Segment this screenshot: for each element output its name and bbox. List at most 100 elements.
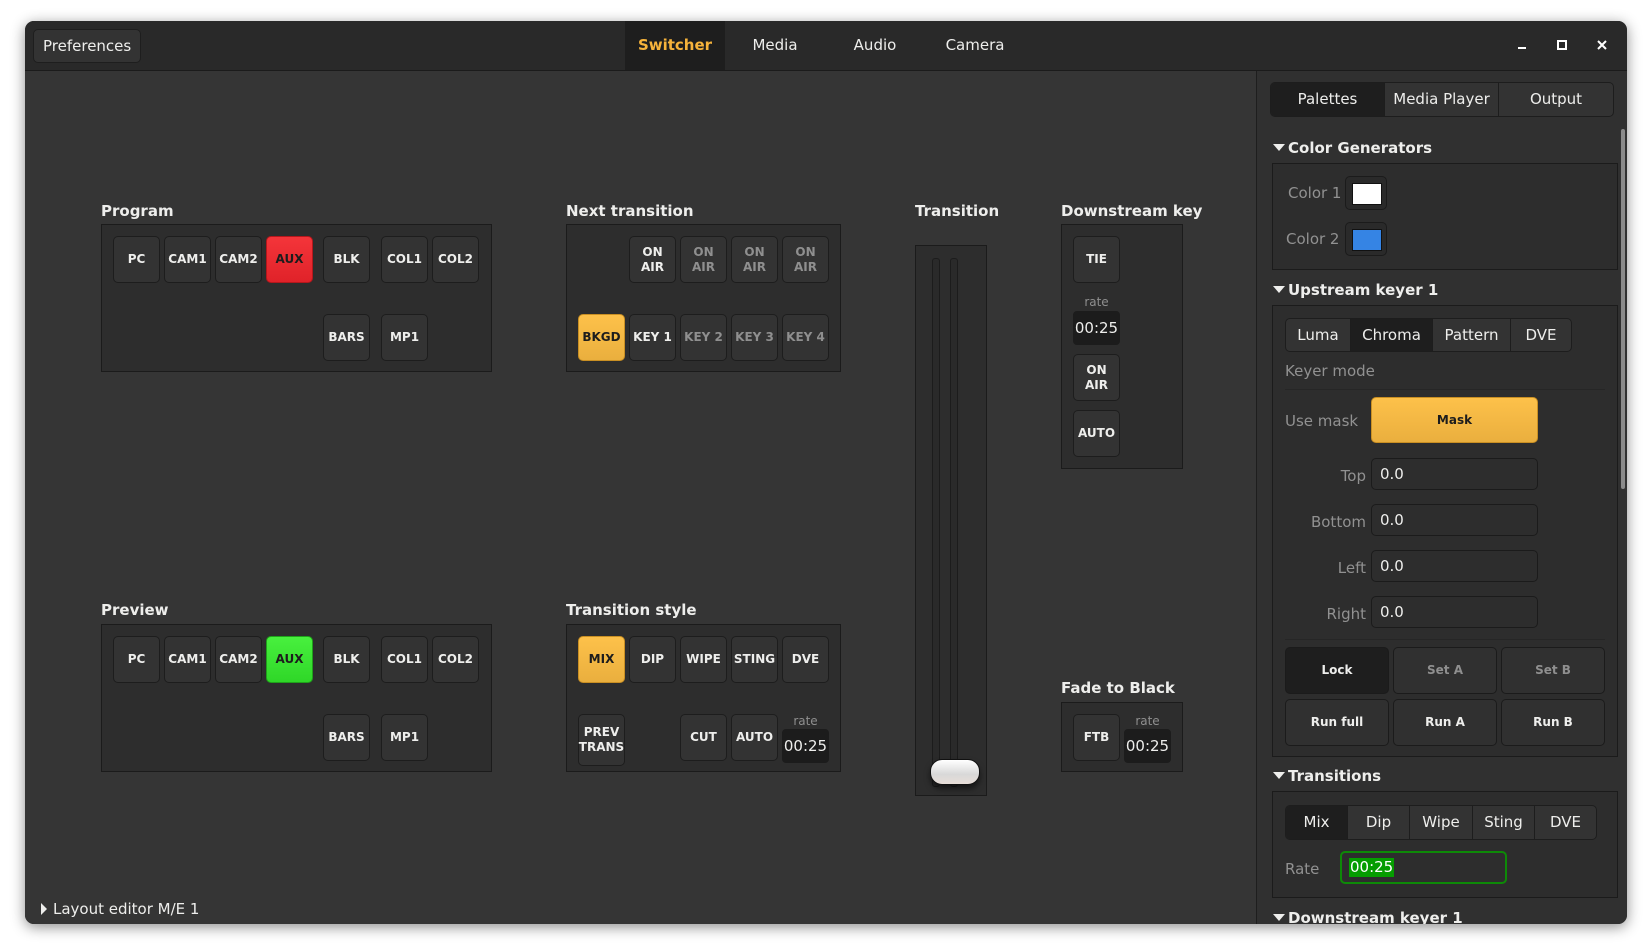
key2-button[interactable]: KEY 2 (680, 314, 727, 361)
style-mix-button[interactable]: MIX (578, 636, 625, 683)
ftb-rate-value[interactable]: 00:25 (1124, 729, 1171, 763)
keyer-mode-label: Keyer mode (1285, 362, 1375, 380)
auto-button[interactable]: AUTO (731, 714, 778, 761)
dsk-tie-button[interactable]: TIE (1073, 236, 1120, 283)
transition-rate-value[interactable]: 00:25 (782, 729, 829, 763)
program-button-col1[interactable]: COL1 (381, 236, 428, 283)
upstream-keyer-expander[interactable]: Upstream keyer 1 (1273, 281, 1438, 299)
preview-button-blk[interactable]: BLK (323, 636, 370, 683)
cut-button[interactable]: CUT (680, 714, 727, 761)
color2-swatch (1352, 229, 1382, 251)
program-button-blk[interactable]: BLK (323, 236, 370, 283)
transition-rate-input[interactable]: 00:25 (1340, 851, 1507, 884)
program-button-mp1[interactable]: MP1 (381, 314, 428, 361)
tab-audio[interactable]: Audio (825, 21, 925, 70)
prev-trans-button[interactable]: PREV TRANS (578, 714, 625, 766)
on-air-key1-button[interactable]: ON AIR (629, 236, 676, 283)
program-button-pc[interactable]: PC (113, 236, 160, 283)
style-sting-button[interactable]: STING (731, 636, 778, 683)
key4-button[interactable]: KEY 4 (782, 314, 829, 361)
on-air-key3-button[interactable]: ON AIR (731, 236, 778, 283)
tab-camera[interactable]: Camera (925, 21, 1025, 70)
ftb-panel: FTB rate 00:25 (1061, 702, 1183, 772)
preview-bus: PC CAM1 CAM2 AUX BLK COL1 COL2 BARS MP1 (101, 624, 492, 772)
preview-button-aux[interactable]: AUX (266, 636, 313, 683)
downstream-key-title: Downstream key (1061, 202, 1203, 220)
mask-right-input[interactable]: 0.0 (1371, 596, 1538, 628)
transition-type-tabs: Mix Dip Wipe Sting DVE (1285, 805, 1597, 840)
key1-button[interactable]: KEY 1 (629, 314, 676, 361)
view-switcher: Switcher Media Audio Camera (625, 21, 1025, 70)
transitions-title: Transitions (1288, 767, 1382, 785)
transition-type-dip[interactable]: Dip (1348, 806, 1410, 839)
transition-type-dve[interactable]: DVE (1535, 806, 1596, 839)
program-button-bars[interactable]: BARS (323, 314, 370, 361)
mask-left-input[interactable]: 0.0 (1371, 550, 1538, 582)
downstream-keyer-expander[interactable]: Downstream keyer 1 (1273, 909, 1463, 924)
maximize-button[interactable] (1548, 32, 1576, 60)
key3-button[interactable]: KEY 3 (731, 314, 778, 361)
divider (1285, 639, 1605, 640)
preview-button-bars[interactable]: BARS (323, 714, 370, 761)
ftb-button[interactable]: FTB (1073, 714, 1120, 761)
palettes-sidebar: Palettes Media Player Output Color Gener… (1256, 71, 1627, 924)
tbar-track-right (950, 258, 958, 787)
dsk-rate-value[interactable]: 00:25 (1073, 311, 1120, 345)
layout-editor-expander[interactable]: Layout editor M/E 1 (41, 900, 199, 918)
set-a-button[interactable]: Set A (1393, 647, 1497, 694)
transition-type-sting[interactable]: Sting (1473, 806, 1535, 839)
sidebar-scrollbar[interactable] (1621, 129, 1625, 489)
keyer-mode-chroma[interactable]: Chroma (1351, 319, 1433, 351)
program-button-cam2[interactable]: CAM2 (215, 236, 262, 283)
run-full-button[interactable]: Run full (1285, 699, 1389, 746)
expand-down-icon (1273, 144, 1285, 151)
bkgd-button[interactable]: BKGD (578, 314, 625, 361)
tab-media[interactable]: Media (725, 21, 825, 70)
run-a-button[interactable]: Run A (1393, 699, 1497, 746)
mask-top-input[interactable]: 0.0 (1371, 458, 1538, 490)
color2-button[interactable] (1345, 222, 1387, 256)
transition-rate-label: Rate (1285, 860, 1320, 878)
set-b-button[interactable]: Set B (1501, 647, 1605, 694)
run-b-button[interactable]: Run B (1501, 699, 1605, 746)
on-air-key4-button[interactable]: ON AIR (782, 236, 829, 283)
transition-type-mix[interactable]: Mix (1286, 806, 1348, 839)
style-wipe-button[interactable]: WIPE (680, 636, 727, 683)
program-button-cam1[interactable]: CAM1 (164, 236, 211, 283)
tab-media-player[interactable]: Media Player (1385, 83, 1499, 116)
dsk-auto-button[interactable]: AUTO (1073, 410, 1120, 457)
keyer-mode-luma[interactable]: Luma (1286, 319, 1351, 351)
keyer-mode-dve[interactable]: DVE (1511, 319, 1571, 351)
close-button[interactable] (1588, 32, 1616, 60)
color1-button[interactable] (1345, 176, 1387, 210)
preferences-button[interactable]: Preferences (33, 29, 142, 63)
program-button-aux[interactable]: AUX (266, 236, 313, 283)
preview-button-cam1[interactable]: CAM1 (164, 636, 211, 683)
mask-bottom-input[interactable]: 0.0 (1371, 504, 1538, 536)
tab-palettes[interactable]: Palettes (1271, 83, 1385, 116)
color1-swatch (1352, 183, 1382, 205)
preview-button-col1[interactable]: COL1 (381, 636, 428, 683)
tbar-handle[interactable] (930, 759, 980, 785)
tab-switcher[interactable]: Switcher (625, 21, 725, 70)
lock-keyframes-button[interactable]: Lock keyframes (1285, 647, 1389, 722)
mask-toggle-button[interactable]: Mask (1371, 397, 1538, 443)
keyer-mode-pattern[interactable]: Pattern (1433, 319, 1511, 351)
preview-button-cam2[interactable]: CAM2 (215, 636, 262, 683)
minimize-button[interactable] (1508, 32, 1536, 60)
color-generators-expander[interactable]: Color Generators (1273, 139, 1432, 157)
preview-button-pc[interactable]: PC (113, 636, 160, 683)
dsk-on-air-button[interactable]: ON AIR (1073, 354, 1120, 401)
program-button-col2[interactable]: COL2 (432, 236, 479, 283)
transitions-expander[interactable]: Transitions (1273, 767, 1381, 785)
transitions-panel: Mix Dip Wipe Sting DVE Rate 00:25 (1272, 791, 1618, 898)
ftb-rate-label: rate (1135, 714, 1160, 728)
style-dip-button[interactable]: DIP (629, 636, 676, 683)
tbar-frame (915, 245, 987, 796)
on-air-key2-button[interactable]: ON AIR (680, 236, 727, 283)
style-dve-button[interactable]: DVE (782, 636, 829, 683)
preview-button-col2[interactable]: COL2 (432, 636, 479, 683)
preview-button-mp1[interactable]: MP1 (381, 714, 428, 761)
transition-type-wipe[interactable]: Wipe (1410, 806, 1473, 839)
tab-output[interactable]: Output (1499, 83, 1613, 116)
